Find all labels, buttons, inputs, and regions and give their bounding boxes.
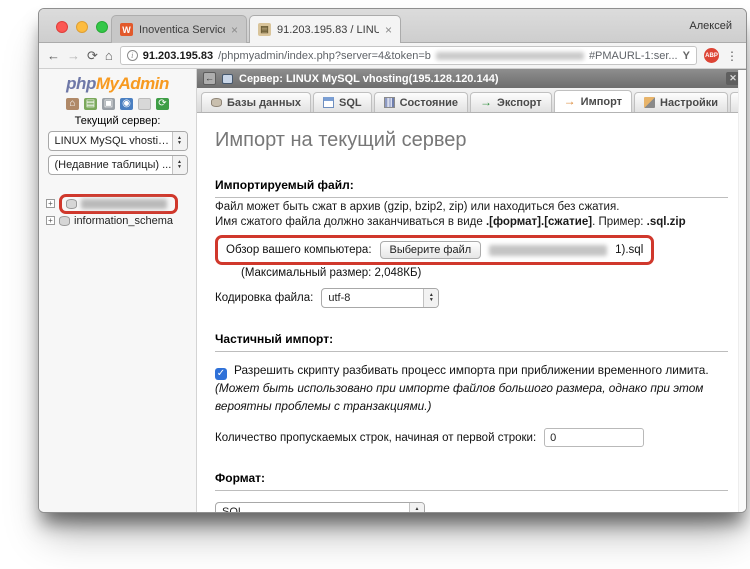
address-bar[interactable]: i 91.203.195.83 /phpmyadmin/index.php?se… [119,46,697,65]
extension-icon[interactable]: Y [683,50,690,62]
home-button[interactable]: ⌂ [105,49,113,62]
browser-toolbar: ← → ⟳ ⌂ i 91.203.195.83 /phpmyadmin/inde… [39,43,746,69]
server-icon [222,73,233,84]
tab-status[interactable]: Состояние [373,92,469,112]
file-section-heading: Импортируемый файл: [215,178,728,198]
browser-tab-phpmyadmin[interactable]: ▤ 91.203.195.83 / LINUX MySQ × [249,15,401,43]
tab-sql[interactable]: SQL [312,92,372,112]
sql-window-icon[interactable]: ▣ [102,98,115,110]
browser-tab-strip: W Inoventica Services × ▤ 91.203.195.83 … [39,9,746,43]
checkbox-checked-icon[interactable]: ✓ [215,368,227,380]
tree-row-information-schema[interactable]: + information_schema [46,212,196,229]
status-icon [383,97,395,108]
current-server-label: Текущий сервер: [74,115,161,127]
pma-main-panel: ← Сервер: LINUX MySQL vhosting(195.128.1… [197,69,746,512]
url-suffix: #PMAURL-1:ser... [588,49,678,62]
traffic-lights [56,21,108,33]
wiki-icon[interactable] [138,98,151,110]
sql-icon [322,97,334,108]
documentation-icon[interactable]: ◉ [120,98,133,110]
hide-navigation-icon[interactable]: ← [203,72,216,85]
allow-interrupt-note: (Может быть использовано при импорте фай… [215,381,704,413]
logout-icon[interactable]: ▤ [84,98,97,110]
scrollbar-track[interactable] [738,70,746,512]
tab-title: 91.203.195.83 / LINUX MySQ [277,23,379,36]
recent-tables-select[interactable]: (Недавние таблицы) ... ▲ ▼ [47,155,188,175]
tab-title: Inoventica Services [139,23,225,36]
reload-button[interactable]: ⟳ [87,49,98,62]
import-page: Импорт на текущий сервер Импортируемый ф… [197,113,746,512]
adblock-plus-icon[interactable]: ABP [704,48,719,63]
minimize-window-button[interactable] [76,21,88,33]
select-stepper-icon: ▲▼ [171,132,187,150]
tab-close-icon[interactable]: × [231,23,238,37]
settings-icon [644,97,656,108]
forward-button[interactable]: → [67,49,80,62]
export-icon: → [480,95,493,109]
page-info-icon[interactable]: i [126,50,138,61]
tab-export[interactable]: → Экспорт [470,92,552,112]
redacted-file-name [489,244,608,256]
partial-import-heading: Частичный импорт: [215,332,728,352]
server-title: Сервер: LINUX MySQL vhosting(195.128.120… [239,72,499,85]
close-window-button[interactable] [56,21,68,33]
inoventica-favicon-icon: W [120,23,133,36]
file-name-suffix: 1).sql [615,244,644,256]
reload-navigation-icon[interactable]: ⟳ [156,98,169,110]
phpmyadmin-favicon-icon: ▤ [258,23,271,36]
database-tree: + + information_schema [39,193,196,229]
browser-window: W Inoventica Services × ▤ 91.203.195.83 … [38,8,747,513]
url-host: 91.203.195.83 [142,49,214,62]
url-path: /phpmyadmin/index.php?server=4&token=b [218,49,431,62]
back-button[interactable]: ← [47,49,60,62]
tab-close-icon[interactable]: × [385,23,392,37]
select-stepper-icon: ▲▼ [171,156,187,174]
expand-icon[interactable]: + [46,199,55,208]
tab-settings[interactable]: Настройки [634,92,729,112]
page-title: Импорт на текущий сервер [215,129,467,151]
home-icon[interactable]: ⌂ [66,98,79,110]
annotation-highlight-database [59,193,178,214]
encoding-select[interactable]: utf-8 ▲ ▼ [321,288,440,308]
annotation-highlight-file-row: Обзор вашего компьютера: Выберите файл 1… [215,235,655,265]
expand-icon[interactable]: + [46,216,55,225]
allow-interrupt-text: Разрешить скрипту разбивать процесс импо… [234,363,709,377]
skip-rows-label: Количество пропускаемых строк, начиная о… [215,431,537,444]
database-name[interactable]: information_schema [74,215,173,227]
browse-label: Обзор вашего компьютера: [226,244,372,256]
pma-sidebar: phpMyAdmin ⌂ ▤ ▣ ◉ ⟳ Текущий сервер: LIN… [39,69,197,512]
url-redacted-token [435,51,584,60]
max-size-note: (Максимальный размер: 2,048КБ) [241,267,422,279]
databases-icon [211,98,222,107]
skip-rows-input[interactable] [544,428,645,448]
redacted-database-name[interactable] [81,198,167,209]
tree-row-database[interactable]: + [46,193,196,214]
browser-menu-icon[interactable]: ⋮ [726,49,738,63]
filename-hint: Имя сжатого файла должно заканчиваться в… [215,216,686,228]
database-icon [66,198,77,209]
format-heading: Формат: [215,471,728,492]
select-stepper-icon: ▲▼ [409,503,424,512]
pma-tab-bar: Базы данных SQL Состояние → Экспорт → Импо… [197,88,746,113]
import-icon: → [563,94,576,108]
zoom-window-button[interactable] [96,21,108,33]
encoding-label: Кодировка файла: [215,292,314,304]
format-select[interactable]: SQL ▲▼ [215,502,425,512]
phpmyadmin-logo[interactable]: phpMyAdmin [39,74,196,94]
database-icon [59,215,70,226]
choose-file-button[interactable]: Выберите файл [379,241,482,259]
browser-tab-inoventica[interactable]: W Inoventica Services × [111,15,247,43]
allow-interrupt-option: ✓ Разрешить скрипту разбивать процесс имп… [215,362,728,415]
compression-hint: Файл может быть сжат в архив (gzip, bzip… [215,201,620,213]
server-select[interactable]: LINUX MySQL vhosting( ▲ ▼ [47,131,188,151]
server-title-bar: ← Сервер: LINUX MySQL vhosting(195.128.1… [197,69,746,88]
select-stepper-icon: ▲▼ [423,289,439,307]
tab-import[interactable]: → Импорт [553,90,633,112]
browser-profile-name[interactable]: Алексей [689,20,732,32]
tab-databases[interactable]: Базы данных [201,92,311,112]
